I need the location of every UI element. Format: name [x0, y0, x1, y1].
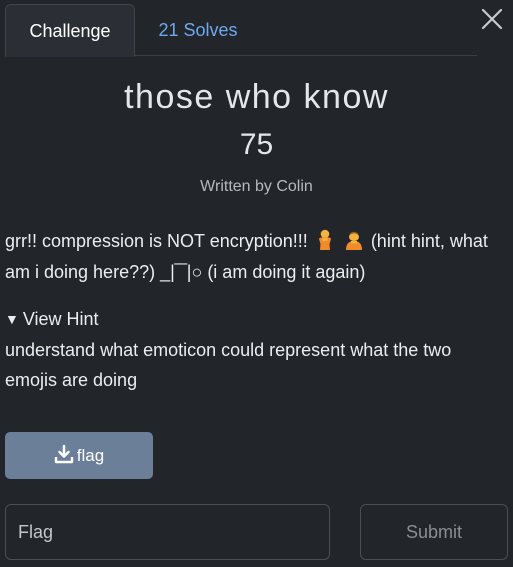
tab-solves[interactable]: 21 Solves	[143, 4, 253, 56]
hint-toggle-label: View Hint	[22, 309, 99, 329]
challenge-modal: Challenge 21 Solves those who know 75 Wr…	[0, 0, 513, 567]
flag-input[interactable]	[5, 504, 330, 560]
description-text-1: grr!! compression is NOT encryption!!!	[5, 231, 308, 251]
person-icon	[318, 229, 331, 250]
tab-challenge[interactable]: Challenge	[5, 4, 135, 57]
view-hint-toggle[interactable]: ▼ View Hint	[5, 305, 99, 333]
flag-file-download-button[interactable]: flag	[5, 432, 153, 479]
challenge-author: Written by Colin	[200, 178, 313, 195]
close-button[interactable]	[479, 6, 505, 32]
file-button-label: flag	[76, 446, 105, 465]
download-icon	[54, 444, 73, 464]
hint-content: understand what emoticon could represent…	[5, 340, 452, 390]
close-icon	[481, 8, 503, 30]
tab-bar: Challenge 21 Solves	[5, 4, 477, 57]
triangle-down-icon: ▼	[5, 311, 19, 327]
challenge-points: 75	[239, 128, 274, 161]
challenge-title: those who know	[124, 78, 389, 116]
person-bowing-icon	[345, 231, 362, 250]
submit-button[interactable]: Submit	[360, 504, 508, 560]
challenge-description: grr!! compression is NOT encryption!!! (…	[5, 226, 505, 288]
